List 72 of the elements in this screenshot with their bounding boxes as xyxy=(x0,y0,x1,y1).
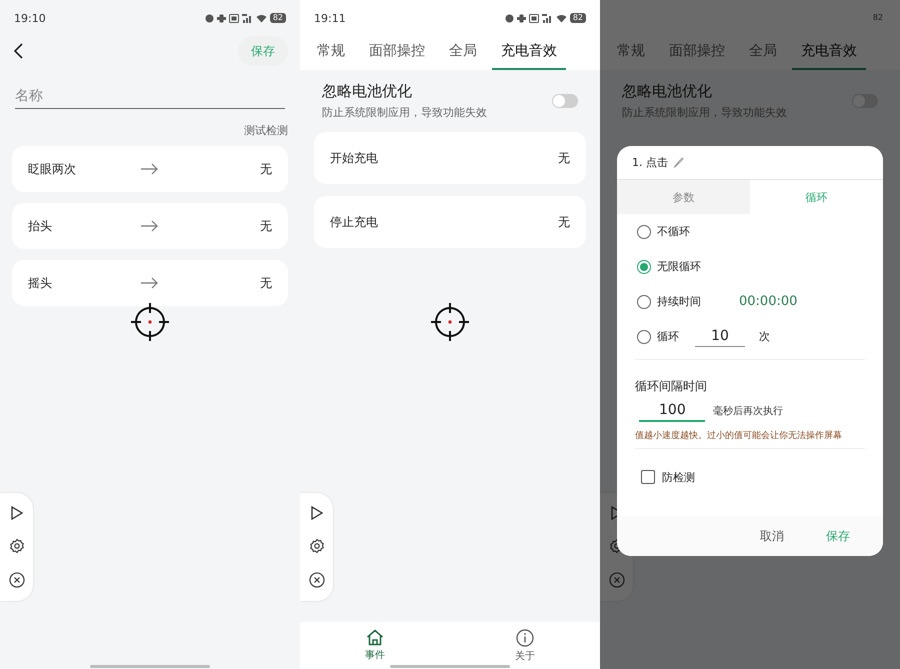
status-time: 19:11 xyxy=(314,12,347,24)
close-icon[interactable] xyxy=(8,572,24,588)
arrow-icon xyxy=(141,220,159,232)
arrow-icon xyxy=(141,163,159,175)
test-link[interactable]: 测试检测 xyxy=(244,123,288,138)
radio-button[interactable] xyxy=(637,260,651,274)
tab[interactable]: 充电音效 xyxy=(792,36,866,70)
nav-item[interactable]: 事件 xyxy=(300,622,450,669)
tab[interactable]: 面部操控 xyxy=(360,36,434,70)
section-title: 循环间隔时间 xyxy=(634,378,708,395)
gesture-name: 眨眼两次 xyxy=(28,160,77,178)
gesture-card[interactable]: 摇头 无 xyxy=(12,260,288,306)
nav-label: 事件 xyxy=(365,648,385,662)
status-time: 19:10 xyxy=(14,12,47,24)
play-icon[interactable] xyxy=(310,506,324,520)
event-card[interactable]: 停止充电 无 xyxy=(314,196,586,248)
option-label: 不循环 xyxy=(657,224,690,239)
radio-button[interactable] xyxy=(637,224,651,238)
nav-label: 关于 xyxy=(515,650,535,662)
name-field[interactable]: 名称 xyxy=(15,84,285,109)
play-icon[interactable] xyxy=(10,506,24,520)
warning-hint: 值越小速度越快。过小的值可能会让你无法操作屏幕 xyxy=(634,430,843,443)
action-value: 无 xyxy=(557,214,570,230)
action-value: 无 xyxy=(259,274,272,292)
crosshair-icon[interactable] xyxy=(430,302,470,342)
duration-value[interactable]: 00:00:00 xyxy=(739,294,798,309)
checkbox[interactable] xyxy=(641,470,655,484)
event-card[interactable]: 开始充电 无 xyxy=(314,132,586,184)
battery-indicator: 82 xyxy=(872,13,884,23)
wifi-icon xyxy=(556,14,567,22)
info-icon xyxy=(516,628,534,646)
signal-icon xyxy=(542,14,553,22)
settings-icon[interactable] xyxy=(8,538,24,554)
tab[interactable]: 充电音效 xyxy=(492,36,566,70)
action-value: 无 xyxy=(259,160,272,178)
checkbox-label: 防检测 xyxy=(662,470,695,484)
gesture-card[interactable]: 眨眼两次 无 xyxy=(12,146,288,192)
toggle-switch[interactable] xyxy=(552,94,578,108)
tab[interactable]: 常规 xyxy=(308,36,354,70)
setting-description: 防止系统限制应用，导致功能失效 xyxy=(622,105,788,120)
gesture-name: 摇头 xyxy=(28,274,53,292)
action-value: 无 xyxy=(259,218,272,234)
setting-title: 忽略电池优化 xyxy=(622,82,713,101)
radio-button[interactable] xyxy=(637,330,651,344)
tab[interactable]: 全局 xyxy=(440,36,486,70)
event-name: 停止充电 xyxy=(330,214,379,230)
radio-button[interactable] xyxy=(637,294,651,308)
signal-icon xyxy=(242,14,253,22)
wifi-icon xyxy=(256,14,267,22)
crosshair-icon[interactable] xyxy=(130,302,170,342)
setting-title: 忽略电池优化 xyxy=(322,82,413,101)
close-icon[interactable] xyxy=(308,572,324,588)
option-label: 持续时间 xyxy=(657,294,701,309)
cancel-button[interactable]: 取消 xyxy=(739,518,805,554)
back-icon[interactable] xyxy=(12,43,24,59)
dialog-title: 1. 点击 xyxy=(632,155,668,170)
setting-description: 防止系统限制应用，导致功能失效 xyxy=(322,105,488,120)
option-label: 无限循环 xyxy=(657,259,701,274)
interval-suffix: 毫秒后再次执行 xyxy=(713,404,783,418)
event-name: 开始充电 xyxy=(330,150,379,166)
battery-indicator: 82 xyxy=(270,13,286,23)
arrow-icon xyxy=(141,277,159,289)
battery-indicator: 82 xyxy=(570,13,586,23)
action-value: 无 xyxy=(557,150,570,166)
settings-icon[interactable] xyxy=(308,538,324,554)
nav-item[interactable]: 关于 xyxy=(450,622,600,669)
unit-label: 次 xyxy=(759,329,770,344)
pencil-icon[interactable] xyxy=(673,157,684,168)
home-icon xyxy=(366,629,384,646)
gesture-name: 抬头 xyxy=(28,218,53,234)
option-label: 循环 xyxy=(657,329,679,344)
gesture-card[interactable]: 抬头 无 xyxy=(12,203,288,249)
